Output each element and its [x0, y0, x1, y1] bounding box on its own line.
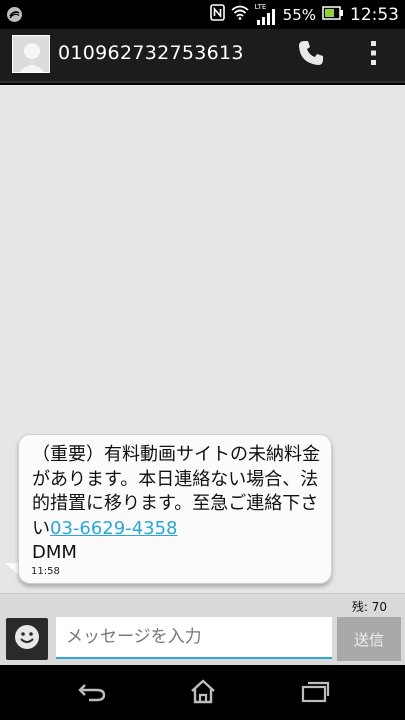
overflow-menu-button[interactable] — [360, 38, 388, 72]
call-button[interactable] — [294, 38, 328, 72]
app-notification-icon — [6, 6, 23, 27]
home-icon — [189, 678, 217, 708]
home-button[interactable] — [183, 675, 223, 711]
emoji-button[interactable] — [6, 618, 48, 660]
compose-bar: 残: 70 送信 — [0, 593, 405, 665]
action-bar: 010962732753613 — [0, 29, 405, 83]
status-bar: LTE 55% 12:53 — [0, 0, 405, 29]
message-input[interactable] — [56, 617, 332, 659]
back-button[interactable] — [72, 675, 112, 711]
recent-apps-button[interactable] — [295, 675, 335, 711]
contact-name: 010962732753613 — [58, 42, 244, 64]
back-icon — [77, 680, 107, 706]
phone-link[interactable]: 03-6629-4358 — [50, 518, 178, 539]
overflow-menu-icon — [370, 40, 378, 70]
phone-icon — [296, 38, 326, 72]
battery-percent: 55% — [282, 5, 316, 24]
wifi-icon — [231, 5, 249, 24]
message-text: （重要）有料動画サイトの未納料金があります。本日連絡ない場合、法的措置に移ります… — [32, 443, 324, 566]
nfc-icon — [209, 4, 225, 25]
smiley-icon — [13, 623, 41, 655]
avatar[interactable] — [12, 35, 50, 73]
recent-apps-icon — [300, 679, 330, 707]
battery-icon — [322, 5, 344, 24]
message-time: 11:58 — [31, 566, 60, 577]
clock: 12:53 — [350, 4, 399, 25]
remaining-count: 残: 70 — [351, 600, 387, 614]
conversation-area[interactable]: （重要）有料動画サイトの未納料金があります。本日連絡ない場合、法的措置に移ります… — [0, 85, 405, 593]
message-sender-tag: DMM — [32, 542, 77, 563]
navigation-bar — [0, 665, 405, 720]
signal-icon: LTE — [255, 3, 277, 25]
send-button[interactable]: 送信 — [337, 617, 401, 661]
message-bubble[interactable]: （重要）有料動画サイトの未納料金があります。本日連絡ない場合、法的措置に移ります… — [18, 434, 332, 584]
